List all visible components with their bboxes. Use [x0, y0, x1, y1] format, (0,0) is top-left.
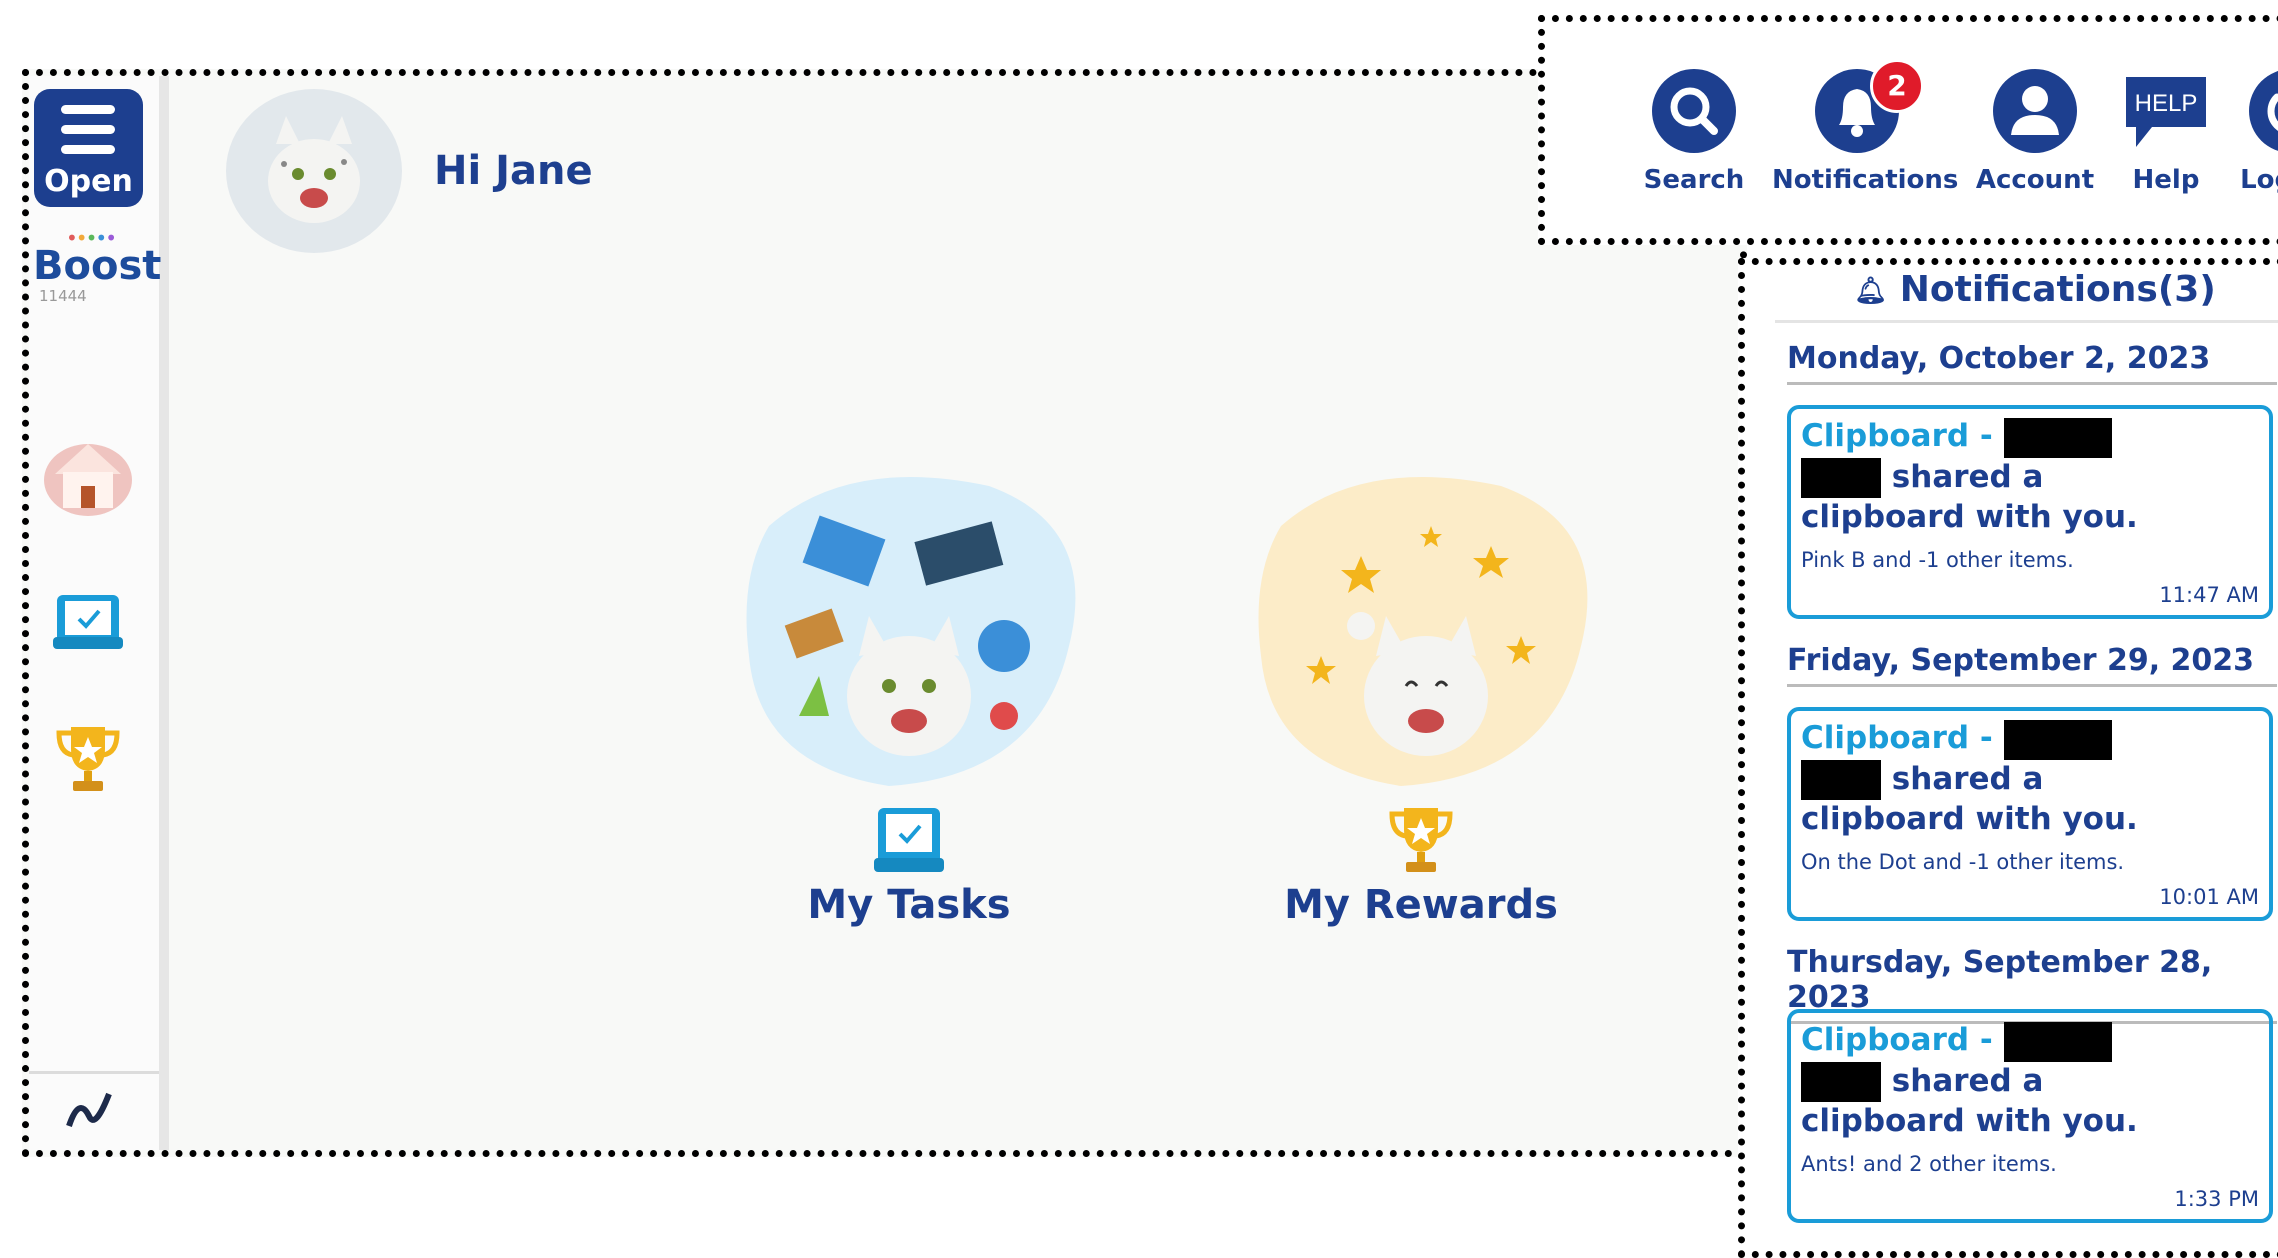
- redacted-text: [1801, 458, 1881, 498]
- notification-line3: clipboard with you.: [1801, 499, 2138, 535]
- notification-date: Friday, September 29, 2023: [1787, 643, 2277, 687]
- notification-line2: shared a: [1881, 458, 2044, 495]
- help-icon: HELP: [2126, 77, 2206, 147]
- notification-detail: Ants! and 2 other items.: [1801, 1152, 2057, 1176]
- bell-outline-icon: 🔔︎: [1854, 276, 1888, 306]
- trophy-icon: [1389, 808, 1453, 872]
- boost-logo: ••••• Boost 11444: [33, 228, 162, 305]
- notification-prefix: Clipboard -: [1801, 720, 2004, 756]
- sidebar-divider: [29, 1071, 159, 1074]
- app-frame: Open ••••• Boost 11444 Hi Jane My Tasks …: [22, 69, 1747, 1157]
- brand-mark-icon: [66, 1092, 112, 1127]
- redacted-text: [2003, 1021, 2112, 1062]
- home-icon[interactable]: [43, 436, 133, 516]
- notification-card[interactable]: Clipboard - shared a clipboard with you.…: [1787, 1009, 2273, 1223]
- search-button[interactable]: Search: [1609, 67, 1779, 195]
- notification-line3: clipboard with you.: [1801, 801, 2138, 837]
- avatar[interactable]: [224, 86, 404, 256]
- notifications-panel-header: 🔔︎ Notifications(3): [1775, 265, 2278, 323]
- greeting: Hi Jane: [434, 148, 593, 194]
- redacted-text: [1801, 1062, 1881, 1102]
- notification-card[interactable]: Clipboard - shared a clipboard with you.…: [1787, 707, 2273, 921]
- top-toolbar: Search 2 Notifications Account HELP Help: [1538, 15, 2278, 245]
- my-tasks-card[interactable]: My Tasks: [729, 466, 1089, 928]
- notification-date: Monday, October 2, 2023: [1787, 341, 2277, 385]
- logout-button[interactable]: Logout: [2206, 67, 2278, 195]
- notification-detail: On the Dot and -1 other items.: [1801, 850, 2125, 874]
- user-icon: [1993, 69, 2077, 153]
- redacted-text: [1801, 760, 1881, 800]
- notifications-label: Notifications: [1772, 165, 1959, 195]
- notification-detail: Pink B and -1 other items.: [1801, 548, 2074, 572]
- help-icon-text: HELP: [2135, 90, 2198, 117]
- tasks-inbox-icon[interactable]: [43, 581, 133, 661]
- hamburger-icon: [61, 105, 115, 165]
- notifications-panel: 🔔︎ Notifications(3) Monday, October 2, 2…: [1738, 258, 2278, 1258]
- org-id: 11444: [39, 287, 87, 305]
- my-rewards-card[interactable]: My Rewards: [1241, 466, 1601, 928]
- notifications-button[interactable]: 2 Notifications: [1772, 59, 1959, 195]
- rewards-illustration: [1258, 477, 1588, 786]
- notification-prefix: Clipboard -: [1801, 418, 2004, 454]
- notification-prefix: Clipboard -: [1801, 1022, 2004, 1058]
- notification-line2: shared a: [1881, 1062, 2044, 1099]
- redacted-text: [2003, 719, 2112, 760]
- logo-text: Boost: [33, 243, 162, 289]
- notification-time: 1:33 PM: [2174, 1187, 2259, 1211]
- notification-card[interactable]: Clipboard - shared a clipboard with you.…: [1787, 405, 2273, 619]
- redacted-text: [2003, 417, 2112, 458]
- trophy-icon[interactable]: [43, 719, 133, 799]
- notification-count-badge: 2: [1870, 59, 1924, 113]
- notification-time: 11:47 AM: [2159, 583, 2259, 607]
- logout-label: Logout: [2240, 165, 2278, 195]
- notification-line3: clipboard with you.: [1801, 1103, 2138, 1139]
- open-menu-label: Open: [44, 164, 133, 199]
- open-menu-button[interactable]: Open: [34, 89, 143, 207]
- tasks-illustration: [746, 477, 1076, 786]
- notification-time: 10:01 AM: [2159, 885, 2259, 909]
- notification-line2: shared a: [1881, 760, 2044, 797]
- my-rewards-title: My Rewards: [1284, 882, 1558, 928]
- my-tasks-title: My Tasks: [807, 882, 1011, 928]
- tasks-inbox-icon: [874, 808, 944, 872]
- search-icon: [1652, 69, 1736, 153]
- search-label: Search: [1643, 165, 1745, 195]
- notifications-panel-title: Notifications(3): [1899, 269, 2216, 310]
- sidebar: Open ••••• Boost 11444: [29, 76, 169, 1150]
- power-icon: [2249, 71, 2278, 151]
